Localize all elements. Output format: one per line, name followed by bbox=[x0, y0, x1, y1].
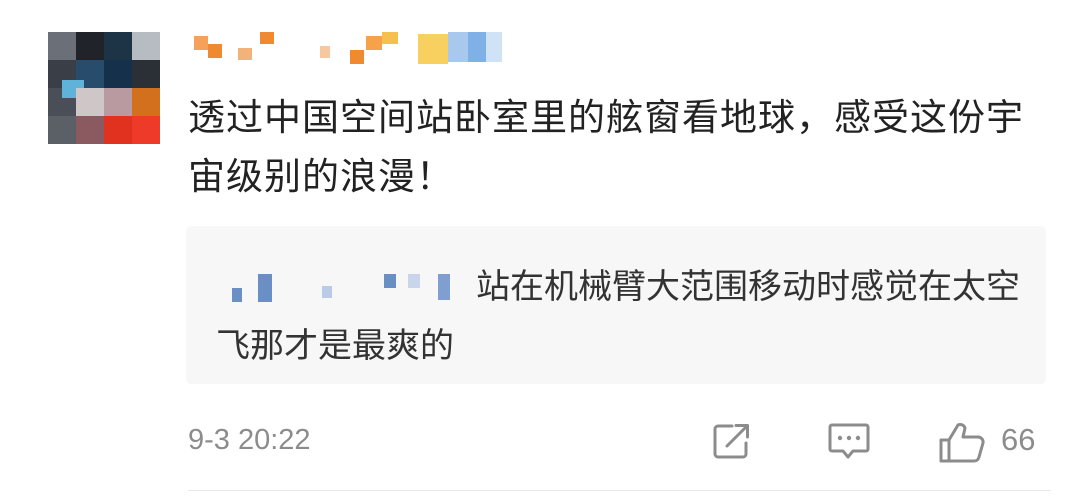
reply-text: 站在机械臂大范围移动时感觉在太空飞那才是最爽的 bbox=[216, 258, 1026, 376]
username-obscured[interactable] bbox=[190, 30, 520, 64]
thumbs-up-icon[interactable] bbox=[938, 422, 986, 468]
avatar[interactable] bbox=[48, 32, 160, 144]
comment-icon[interactable] bbox=[827, 422, 871, 466]
reply-box[interactable]: 站在机械臂大范围移动时感觉在太空飞那才是最爽的 bbox=[186, 226, 1046, 384]
like-count: 66 bbox=[1001, 422, 1036, 457]
comment-text: 透过中国空间站卧室里的舷窗看地球，感受这份宇宙级别的浪漫！ bbox=[188, 96, 1024, 198]
reply-text-content: 站在机械臂大范围移动时感觉在太空飞那才是最爽的 bbox=[216, 267, 1020, 366]
timestamp: 9-3 20:22 bbox=[188, 424, 311, 456]
comment-footer: 9-3 20:22 66 bbox=[188, 418, 1048, 464]
divider bbox=[188, 490, 1051, 491]
share-icon[interactable] bbox=[712, 422, 752, 464]
